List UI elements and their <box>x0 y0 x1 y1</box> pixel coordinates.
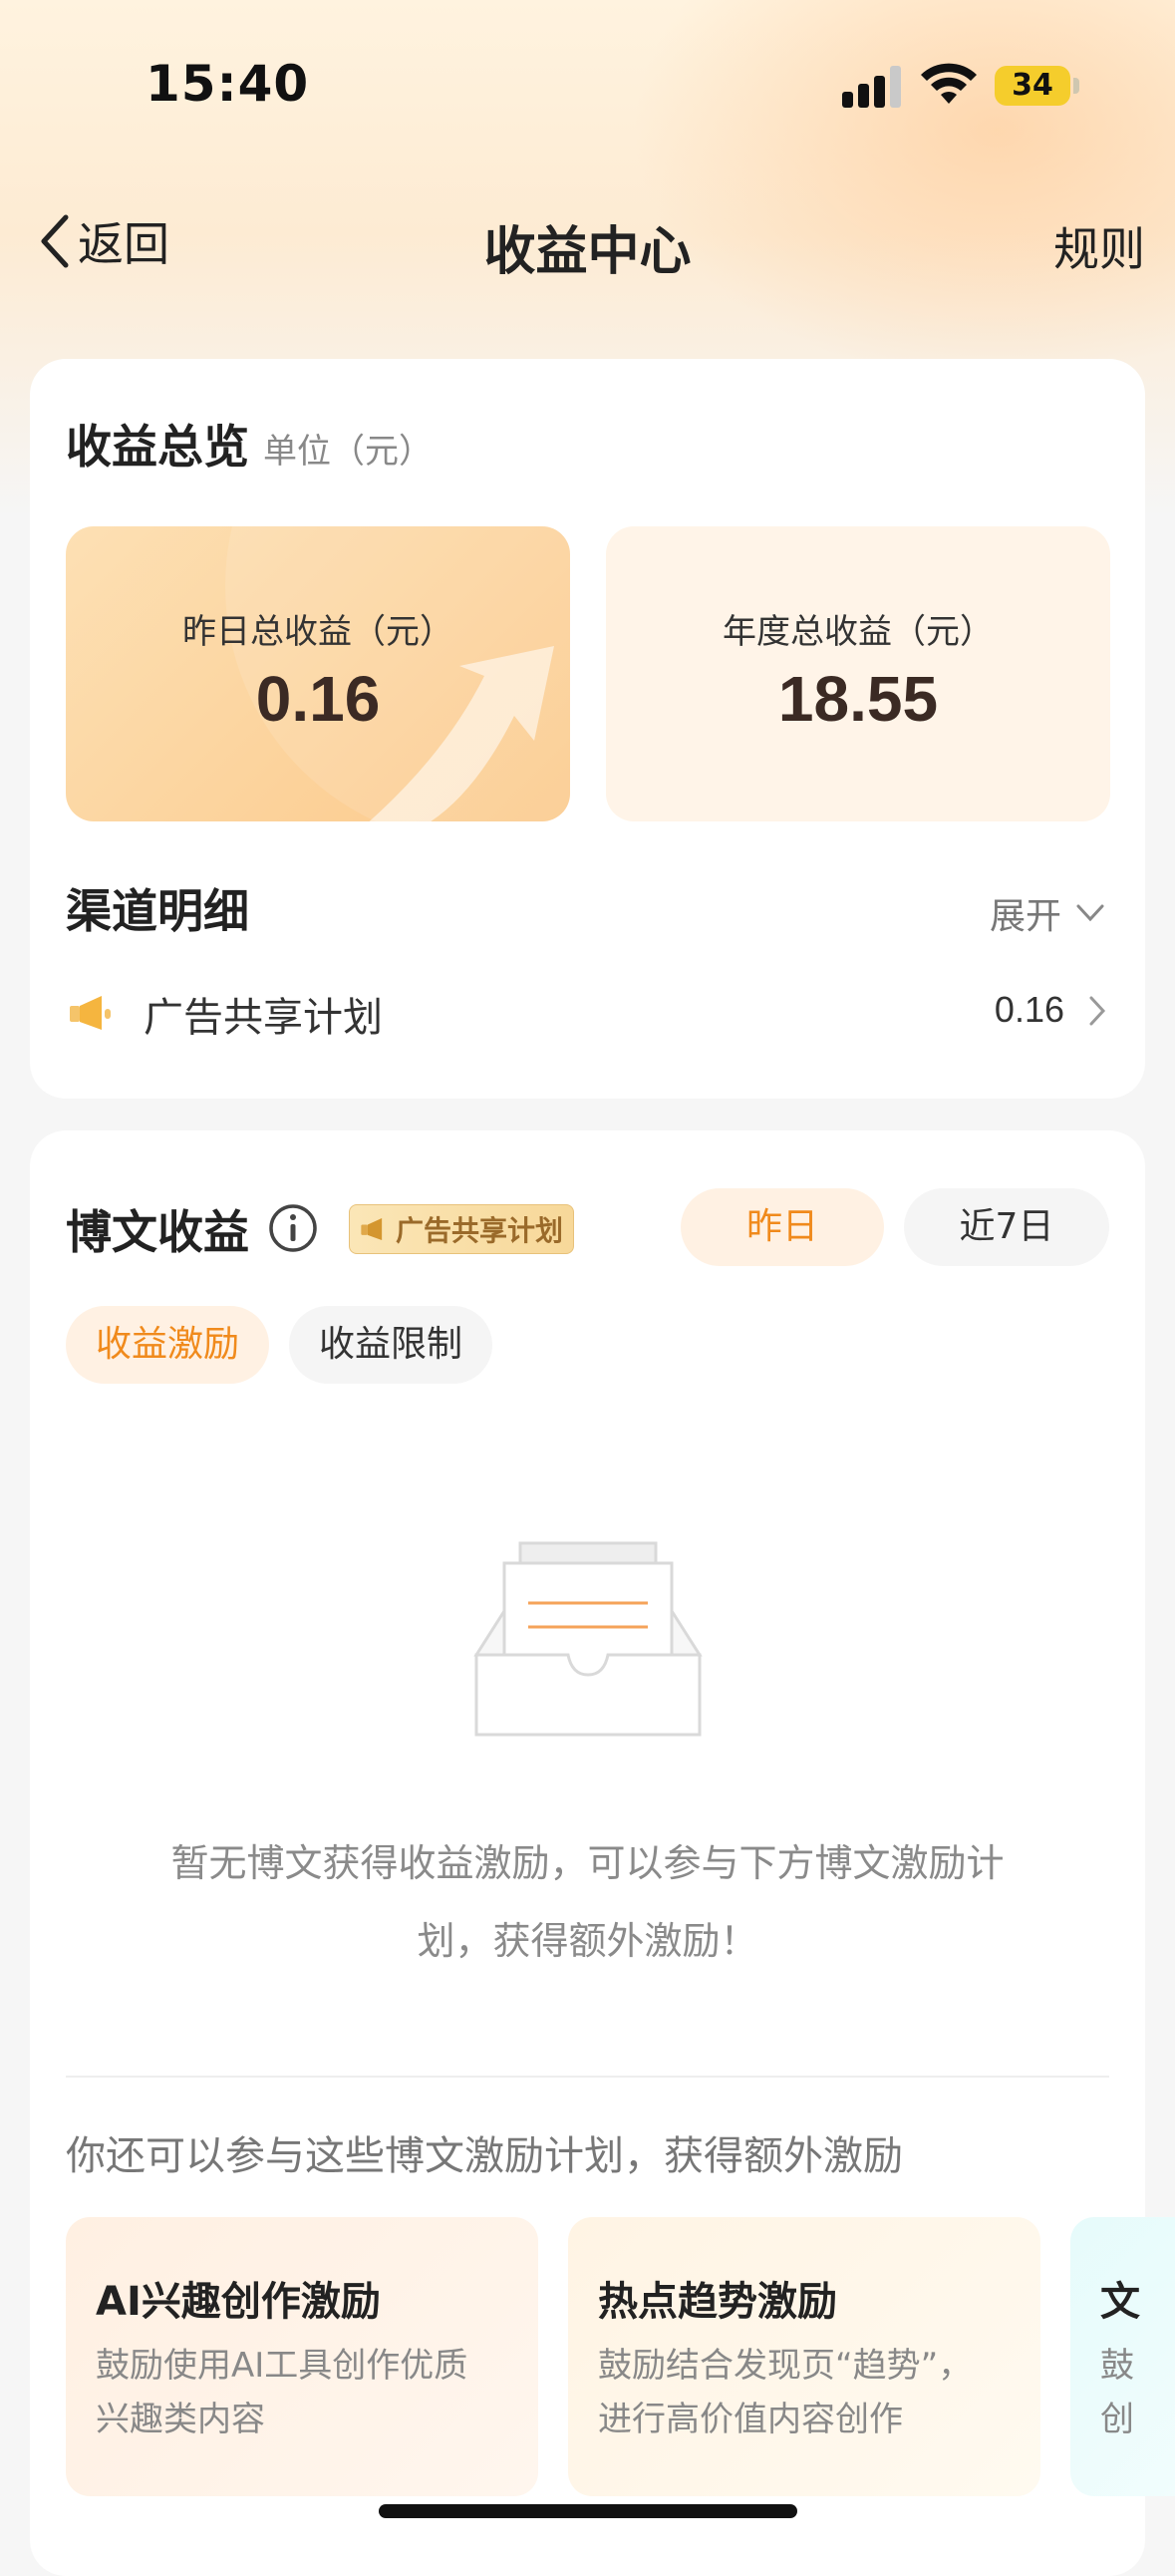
megaphone-icon <box>361 1217 383 1241</box>
tab-earnings-limit[interactable]: 收益限制 <box>289 1306 492 1384</box>
wifi-icon <box>921 63 977 104</box>
empty-state-line-1: 暂无博文获得收益激励，可以参与下方博文激励计 <box>170 1841 1005 1885</box>
expand-label: 展开 <box>989 896 1061 937</box>
tab-earnings-incentive[interactable]: 收益激励 <box>66 1306 269 1384</box>
incentive-title: 文 <box>1100 2279 1140 2325</box>
channel-row-value: 0.16 <box>994 989 1064 1030</box>
megaphone-icon <box>70 996 111 1030</box>
yesterday-earnings-label: 昨日总收益（元） <box>182 612 453 652</box>
tab-yesterday[interactable]: 昨日 <box>681 1188 884 1266</box>
empty-state-line-2: 划，获得额外激励！ <box>417 1919 758 1963</box>
incentive-card-partial[interactable]: 文 鼓 创 <box>1070 2217 1175 2496</box>
annual-earnings-tile[interactable]: 年度总收益（元） 18.55 <box>606 526 1110 821</box>
annual-earnings-label: 年度总收益（元） <box>723 612 994 652</box>
incentive-desc-line-2: 兴趣类内容 <box>96 2400 265 2439</box>
overview-title: 收益总览 <box>66 420 249 474</box>
incentive-desc-line-1: 鼓 <box>1100 2346 1134 2386</box>
channel-title: 渠道明细 <box>66 884 249 938</box>
tab-last-7-days[interactable]: 近7日 <box>904 1188 1109 1266</box>
channel-row-label: 广告共享计划 <box>144 995 383 1041</box>
empty-state-message: 暂无博文获得收益激励，可以参与下方博文激励计 划，获得额外激励！ <box>60 1824 1115 1980</box>
yesterday-earnings-value: 0.16 <box>255 663 381 735</box>
incentive-desc-line-1: 鼓励结合发现页“趋势”， <box>598 2346 973 2386</box>
overview-unit: 单位（元） <box>263 432 433 472</box>
incentive-desc: 鼓励使用AI工具创作优质 兴趣类内容 <box>96 2339 467 2446</box>
incentive-desc: 鼓 创 <box>1100 2339 1134 2446</box>
incentive-card-trending[interactable]: 热点趋势激励 鼓励结合发现页“趋势”， 进行高价值内容创作 <box>568 2217 1040 2496</box>
overview-heading: 收益总览 单位（元） <box>66 411 433 477</box>
chevron-right-icon <box>1089 996 1106 1026</box>
blog-earnings-title: 博文收益 <box>66 1205 249 1259</box>
battery-level: 34 <box>995 66 1070 106</box>
incentive-desc-line-2: 进行高价值内容创作 <box>598 2400 903 2439</box>
yesterday-earnings-tile[interactable]: 昨日总收益（元） 0.16 <box>66 526 570 821</box>
incentive-card-ai[interactable]: AI兴趣创作激励 鼓励使用AI工具创作优质 兴趣类内容 <box>66 2217 538 2496</box>
info-icon[interactable] <box>267 1202 319 1254</box>
extra-incentives-title: 你还可以参与这些博文激励计划，获得额外激励 <box>66 2133 903 2179</box>
incentive-desc-line-2: 创 <box>1100 2400 1134 2439</box>
incentive-title: 热点趋势激励 <box>598 2279 837 2325</box>
channel-row[interactable]: 广告共享计划 0.16 <box>66 979 1106 1043</box>
empty-inbox-icon <box>473 1541 703 1737</box>
status-time: 15:40 <box>146 55 310 113</box>
home-indicator[interactable] <box>379 2504 797 2518</box>
page-title: 收益中心 <box>483 222 692 282</box>
divider <box>66 2076 1109 2078</box>
ad-share-badge-label: 广告共享计划 <box>396 1214 564 1247</box>
chevron-down-icon <box>1076 904 1104 922</box>
cellular-signal-icon <box>842 66 904 108</box>
incentive-desc-line-1: 鼓励使用AI工具创作优质 <box>96 2346 468 2386</box>
battery-tip <box>1073 78 1079 94</box>
rules-link[interactable]: 规则 <box>1053 213 1145 279</box>
ad-share-badge: 广告共享计划 <box>349 1204 575 1254</box>
incentive-title: AI兴趣创作激励 <box>96 2279 381 2325</box>
annual-earnings-value: 18.55 <box>777 663 939 735</box>
incentive-desc: 鼓励结合发现页“趋势”， 进行高价值内容创作 <box>598 2339 972 2446</box>
expand-toggle[interactable]: 展开 <box>990 887 1105 939</box>
